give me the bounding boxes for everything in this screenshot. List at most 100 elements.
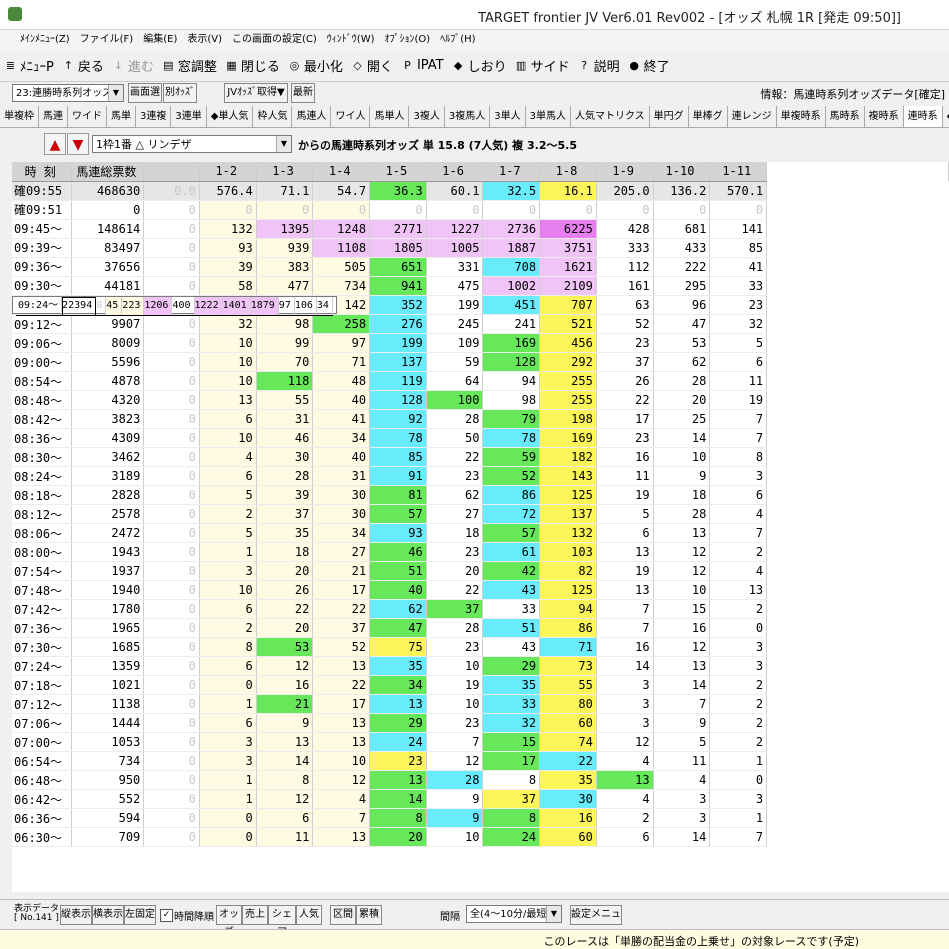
toolbar-button-8[interactable]: ◆ しおり	[448, 50, 511, 80]
toolbar-button-3[interactable]: ▤ 窓調整	[158, 50, 221, 80]
tab-11[interactable]: 3複人	[409, 106, 445, 127]
bottom-btns1-button-2[interactable]: 左固定	[124, 905, 156, 925]
menu-item-3[interactable]: 表示(V)	[182, 30, 227, 50]
latest-button[interactable]: 最新	[291, 83, 315, 103]
table-row[interactable]: 07:54～ 1937 0 3 20 21 51 20 42 82 19 12 4	[12, 561, 949, 581]
tab-0[interactable]: 単複枠	[0, 106, 39, 127]
toolbar-button-9[interactable]: ▥ サイド	[511, 50, 574, 80]
table-row[interactable]: 08:24～ 3189 0 6 28 31 91 23 52 143 11 9 3	[12, 466, 949, 486]
menu-item-0[interactable]: ﾒｲﾝﾒﾆｭｰ(Z)	[0, 30, 75, 50]
other-odds-button[interactable]: 別ｵｯｽﾞ	[163, 83, 197, 103]
table-row[interactable]: 07:42～ 1780 0 6 22 22 62 37 33 94 7 15 2	[12, 599, 949, 619]
menu-item-5[interactable]: ｳｨﾝﾄﾞｳ(W)	[322, 30, 380, 50]
table-row[interactable]: 08:42～ 3823 0 6 31 41 92 28 79 198 17 25 7	[12, 409, 949, 429]
odds-type-select[interactable]: 23:連勝時系列オッズ ▼	[12, 84, 124, 102]
table-row[interactable]: 09:06～ 8009 0 10 99 97 199 109 169 456 23 53 5	[12, 333, 949, 353]
tab-4[interactable]: 3連複	[136, 106, 172, 127]
tab-18[interactable]: 連レンジ	[728, 106, 777, 127]
table-row[interactable]: 07:30～ 1685 0 8 53 52 75 23 43 71 16 12 3	[12, 637, 949, 657]
next-horse-button[interactable]: ▼	[67, 133, 89, 155]
bottom-btns3-button-1[interactable]: 累積	[356, 905, 382, 925]
menu-item-6[interactable]: ｵﾌﾟｼｮﾝ(O)	[380, 30, 436, 50]
toolbar-button-2[interactable]: ↓ 進む	[108, 50, 158, 80]
table-row[interactable]: 09:39～ 83497 0 93 939 1108 1805 1005 1887 3751 333…	[12, 238, 949, 258]
table-row[interactable]: 08:30～ 3462 0 4 30 40 85 22 59 182 16 10 8	[12, 447, 949, 467]
table-row[interactable]: 確09:55 468630 0.0 576.4 71.1 54.7 36.3 60.1 32.5…	[12, 181, 949, 201]
bottom-btns2-button-3[interactable]: 人気	[296, 905, 322, 925]
prev-horse-button[interactable]: ▲	[44, 133, 66, 155]
tab-10[interactable]: 馬単人	[370, 106, 410, 127]
table-row[interactable]: 07:18～ 1021 0 0 16 22 34 19 35 55 3 14 2	[12, 675, 949, 695]
bottom-btns1-button-1[interactable]: 横表示	[92, 905, 124, 925]
table-row[interactable]: 07:36～ 1965 0 2 20 37 47 28 51 86 7 16 0	[12, 618, 949, 638]
table-row[interactable]: 06:30～ 709 0 0 11 13 20 10 24 60 6 14 7	[12, 827, 949, 847]
table-row[interactable]: 08:06～ 2472 0 5 35 34 93 18 57 132 6 13 7	[12, 523, 949, 543]
table-row[interactable]: 09:00～ 5596 0 10 70 71 137 59 128 292 37 62 6	[12, 352, 949, 372]
bottom-btns3-button-0[interactable]: 区間	[330, 905, 356, 925]
menu-item-1[interactable]: ファイル(F)	[75, 30, 139, 50]
tab-12[interactable]: 3複馬人	[445, 106, 491, 127]
odds-grid[interactable]: 時 刻馬連総票数 1-2 1-3 1-4 1-5 1-6 1-7 1-8 1-9 1-10 1-11…	[12, 162, 949, 892]
table-row[interactable]: 06:36～ 594 0 0 6 7 8 9 8 16 2 3 1	[12, 808, 949, 828]
horse-select[interactable]: 1枠1番 △ リンデザ ▼	[92, 135, 292, 153]
toolbar-button-5[interactable]: ◎ 最小化	[284, 50, 347, 80]
table-row[interactable]: 08:54～ 4878 0 10 118 48 119 64 94 255 26 28 11	[12, 371, 949, 391]
time-desc-checkbox[interactable]: ✓	[160, 909, 173, 922]
menu-item-2[interactable]: 編集(E)	[138, 30, 182, 50]
table-row[interactable]: 07:48～ 1940 0 10 26 17 40 22 43 125 13 10 13	[12, 580, 949, 600]
menu-item-4[interactable]: この画面の設定(C)	[227, 30, 322, 50]
tab-8[interactable]: 馬連人	[292, 106, 332, 127]
toolbar-button-4[interactable]: ▦ 閉じる	[221, 50, 284, 80]
tab-5[interactable]: 3連単	[171, 106, 207, 127]
table-row[interactable]: 09:12～ 9907 0 32 98 258 276 245 241 521 52 47 32	[12, 314, 949, 334]
tab-16[interactable]: 単円グ	[650, 106, 689, 127]
tab-15[interactable]: 人気マトリクス	[571, 106, 650, 127]
tab-21[interactable]: 複時系	[865, 106, 904, 127]
toolbar-button-10[interactable]: ? 説明	[574, 50, 624, 80]
table-row[interactable]: 06:48～ 950 0 1 8 12 13 28 8 35 13 4 0	[12, 770, 949, 790]
bottom-btns2-button-0[interactable]: オッズ	[216, 905, 242, 938]
table-row[interactable]: 06:54～ 734 0 3 14 10 23 12 17 22 4 11 1	[12, 751, 949, 771]
bottom-btns2-button-1[interactable]: 売上	[242, 905, 268, 925]
tab-23[interactable]: ◆馬別	[943, 106, 949, 127]
tab-1[interactable]: 馬連	[39, 106, 68, 127]
table-row[interactable]: 09:36～ 37656 0 39 383 505 651 331 708 1621 112 222 4…	[12, 257, 949, 277]
toolbar-button-0[interactable]: ≣ ﾒﾆｭｰP	[0, 50, 58, 80]
bottom-btns2-button-2[interactable]: シェア	[268, 905, 296, 938]
tab-3[interactable]: 馬単	[107, 106, 136, 127]
table-row[interactable]: 09:45～ 148614 0 132 1395 1248 2771 1227 2736 6225…	[12, 219, 949, 239]
toolbar-button-7[interactable]: P IPAT	[397, 50, 448, 80]
tab-17[interactable]: 単棒グ	[689, 106, 728, 127]
table-row[interactable]: 08:00～ 1943 0 1 18 27 46 23 61 103 13 12 2	[12, 542, 949, 562]
tab-14[interactable]: 3単馬人	[526, 106, 571, 127]
table-row[interactable]: 09:24～ 22394 0 45 223 1206 400 1222 1401 1879 97 10…	[12, 295, 337, 316]
table-row[interactable]: 07:12～ 1138 0 1 21 17 13 10 33 80 3 7 2	[12, 694, 949, 714]
table-row[interactable]: 09:30～ 44181 0 58 477 734 941 475 1002 2109 161 295…	[12, 276, 949, 296]
table-row[interactable]: 確09:51 0 0 0 0 0 0 0 0 0 0 0 0	[12, 200, 949, 220]
table-row[interactable]: 08:18～ 2828 0 5 39 30 81 62 86 125 19 18 6	[12, 485, 949, 505]
tab-22[interactable]: 連時系	[903, 106, 943, 127]
tab-6[interactable]: ◆単人気	[207, 106, 254, 127]
table-row[interactable]: 08:36～ 4309 0 10 46 34 78 50 78 169 23 14 7	[12, 428, 949, 448]
jv-odds-fetch-button[interactable]: JVｵｯｽﾞ取得▼	[224, 83, 288, 103]
interval-select[interactable]: 全(4～10分/最短幅) ▼	[466, 905, 562, 923]
table-row[interactable]: 07:00～ 1053 0 3 13 13 24 7 15 74 12 5 2	[12, 732, 949, 752]
toolbar-button-11[interactable]: ● 終了	[624, 50, 674, 80]
table-row[interactable]: 08:12～ 2578 0 2 37 30 57 27 72 137 5 28 4	[12, 504, 949, 524]
toolbar-button-6[interactable]: ◇ 開く	[347, 50, 397, 80]
bottom-btns1-button-0[interactable]: 縦表示	[60, 905, 92, 925]
settings-menu-button[interactable]: 設定メニュー	[570, 905, 622, 938]
tab-13[interactable]: 3単人	[490, 106, 526, 127]
tab-19[interactable]: 単複時系	[777, 106, 826, 127]
table-row[interactable]: 07:24～ 1359 0 6 12 13 35 10 29 73 14 13 3	[12, 656, 949, 676]
tab-20[interactable]: 馬時系	[826, 106, 865, 127]
toolbar-button-1[interactable]: ↑ 戻る	[58, 50, 108, 80]
tab-7[interactable]: 枠人気	[253, 106, 293, 127]
table-row[interactable]: 07:06～ 1444 0 6 9 13 29 23 32 60 3 9 2	[12, 713, 949, 733]
menu-item-7[interactable]: ﾍﾙﾌﾟ(H)	[435, 30, 480, 50]
table-row[interactable]: 08:48～ 4320 0 13 55 40 128 100 98 255 22 20 19	[12, 390, 949, 410]
screen-select-button[interactable]: 画面選	[128, 83, 162, 103]
tab-2[interactable]: ワイド	[68, 106, 107, 127]
table-row[interactable]: 06:42～ 552 0 1 12 4 14 9 37 30 4 3 3	[12, 789, 949, 809]
tab-9[interactable]: ワイ人	[331, 106, 371, 127]
